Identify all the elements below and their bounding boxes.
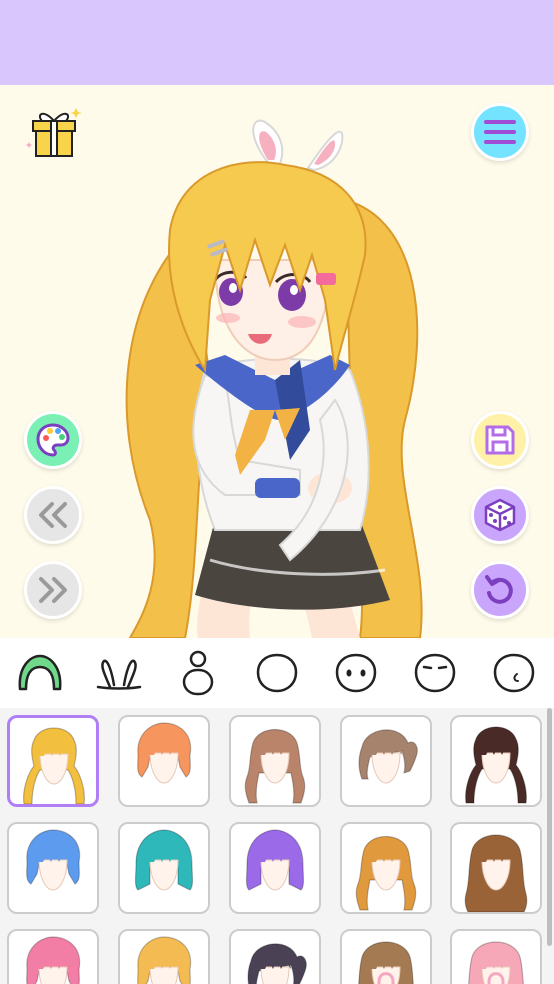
hair-thumbnail: [465, 726, 527, 804]
tab-mouth[interactable]: [475, 638, 554, 708]
hamburger-icon: [484, 120, 516, 144]
hair-thumbnail: [26, 936, 81, 984]
hair-option[interactable]: [229, 715, 321, 807]
hair-thumbnail: [247, 943, 307, 984]
color-palette-button[interactable]: [24, 411, 82, 469]
hair-icon: [18, 654, 61, 691]
character-stage: [0, 85, 554, 638]
tab-face[interactable]: [237, 638, 316, 708]
hair-option[interactable]: [7, 715, 99, 807]
hair-option[interactable]: [340, 929, 432, 984]
save-button[interactable]: [471, 411, 529, 469]
tab-expression[interactable]: [396, 638, 475, 708]
hair-options-grid: [0, 708, 554, 984]
hair-option[interactable]: [450, 715, 542, 807]
previous-button[interactable]: [24, 486, 82, 544]
dice-icon: [484, 498, 516, 532]
tab-eyes[interactable]: [317, 638, 396, 708]
character-preview: [125, 119, 423, 638]
hair-option[interactable]: [450, 929, 542, 984]
hair-option[interactable]: [340, 822, 432, 914]
hair-option[interactable]: [118, 822, 210, 914]
grid-scrollbar[interactable]: [547, 708, 552, 946]
tab-hair[interactable]: [0, 638, 79, 708]
next-button[interactable]: [24, 561, 82, 619]
menu-button[interactable]: [471, 103, 529, 161]
hair-thumbnail: [464, 834, 528, 912]
body-icon: [182, 650, 214, 696]
gift-icon[interactable]: [26, 104, 82, 160]
undo-button[interactable]: [471, 561, 529, 619]
hair-option[interactable]: [340, 715, 432, 807]
hair-thumbnail: [137, 722, 192, 784]
random-button[interactable]: [471, 486, 529, 544]
hair-option[interactable]: [229, 822, 321, 914]
hair-thumbnail: [137, 936, 192, 984]
hair-thumbnail: [134, 829, 194, 891]
expression-icon: [415, 653, 456, 693]
tab-accessory[interactable]: [79, 638, 158, 708]
hair-option[interactable]: [118, 715, 210, 807]
double-chevron-left-icon: [39, 502, 67, 528]
hair-option[interactable]: [7, 822, 99, 914]
hair-thumbnail: [358, 729, 418, 784]
hair-thumbnail: [26, 829, 81, 891]
hair-thumbnail: [355, 836, 417, 911]
hair-option[interactable]: [7, 929, 99, 984]
eyes-icon: [335, 653, 377, 693]
category-tab-bar: [0, 638, 554, 708]
lock-icon: [487, 972, 505, 984]
hair-thumbnail: [244, 729, 306, 804]
tab-body[interactable]: [158, 638, 237, 708]
lock-icon: [377, 972, 395, 984]
top-banner: [0, 0, 554, 85]
mouth-icon: [494, 653, 535, 693]
bunny-ears-icon: [96, 659, 141, 690]
floppy-disk-icon: [485, 425, 515, 455]
palette-icon: [36, 423, 70, 457]
double-chevron-right-icon: [39, 577, 67, 603]
face-icon: [256, 653, 298, 693]
hair-thumbnail: [245, 829, 305, 891]
hair-option[interactable]: [450, 822, 542, 914]
undo-icon: [485, 575, 513, 604]
hair-thumbnail: [23, 727, 85, 804]
hair-option[interactable]: [229, 929, 321, 984]
hair-option[interactable]: [118, 929, 210, 984]
